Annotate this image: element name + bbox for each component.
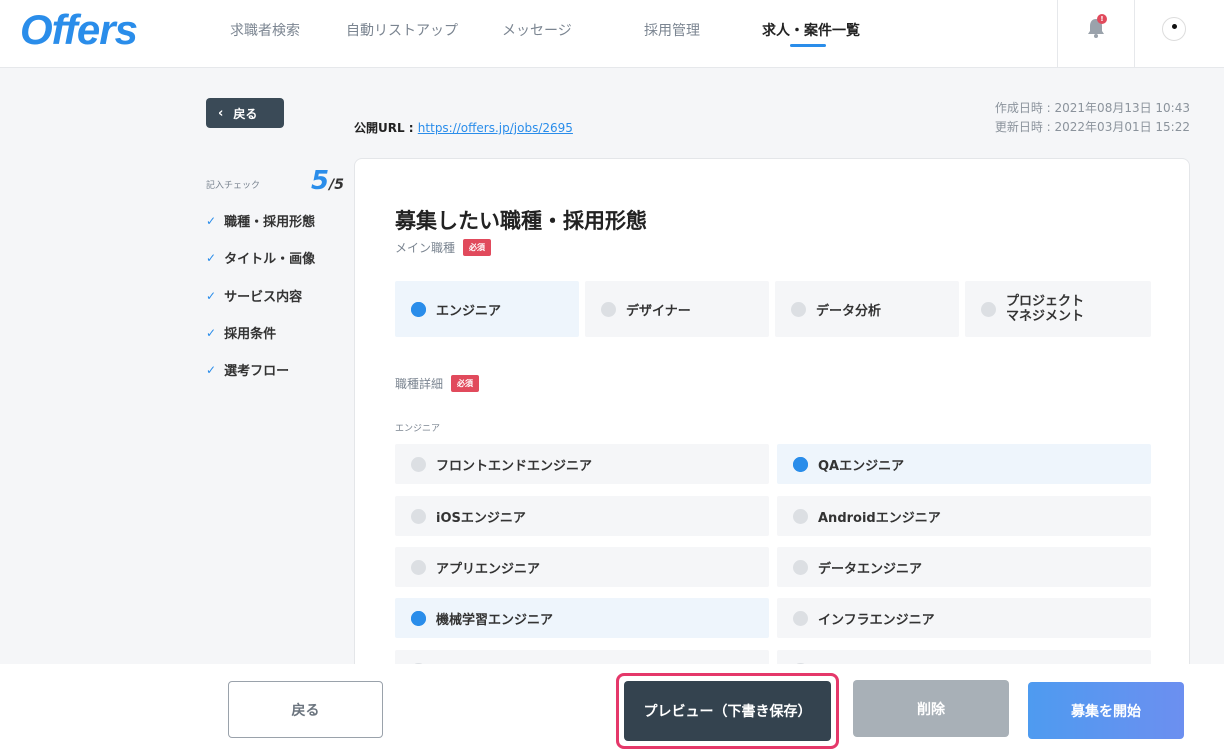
check-icon: ✓ [206, 250, 217, 265]
radio-selected-icon [793, 456, 808, 472]
radio-selected-icon [411, 301, 426, 317]
top-back-label: 戻る [233, 106, 258, 121]
option-label: デザイナー [626, 303, 691, 319]
back-button[interactable]: 戻る [228, 681, 383, 738]
sidebar-item-selection-flow[interactable]: ✓ 選考フロー [206, 360, 290, 380]
radio-icon [411, 456, 426, 472]
sidebar-item-service[interactable]: ✓ サービス内容 [206, 286, 303, 306]
start-recruiting-button[interactable]: 募集を開始 [1028, 682, 1184, 739]
footer-action-bar: 戻る プレビュー（下書き保存） 削除 募集を開始 [0, 664, 1224, 756]
main-option-engineer[interactable]: エンジニア [395, 281, 579, 337]
detail-option-qa[interactable]: QAエンジニア [777, 444, 1151, 484]
main-job-label-text: メイン職種 [395, 241, 456, 255]
check-total: /5 [329, 177, 344, 193]
option-label: データエンジニア [818, 561, 923, 577]
detail-option-ios[interactable]: iOSエンジニア [395, 496, 769, 536]
nav-recruitment[interactable]: 採用管理 [644, 20, 700, 40]
radio-icon [793, 559, 808, 575]
check-icon: ✓ [206, 362, 217, 377]
offers-logo[interactable]: Offers [20, 6, 138, 54]
public-url-link[interactable]: https://offers.jp/jobs/2695 [418, 121, 573, 135]
option-label: Androidエンジニア [818, 510, 941, 526]
option-label-line2: マネジメント [1006, 309, 1085, 324]
sidebar-item-title-image[interactable]: ✓ タイトル・画像 [206, 248, 316, 268]
required-badge: 必須 [463, 239, 492, 256]
radio-icon [793, 508, 808, 524]
chevron-left-icon: ‹ [218, 105, 224, 121]
check-icon: ✓ [206, 325, 217, 340]
sidebar-item-label: サービス内容 [224, 290, 303, 305]
main-job-label: メイン職種 必須 [395, 239, 492, 256]
detail-option-infra[interactable]: インフラエンジニア [777, 598, 1151, 638]
public-url-label: 公開URL : [354, 121, 418, 135]
radio-icon [981, 301, 996, 317]
detail-option-frontend[interactable]: フロントエンドエンジニア [395, 444, 769, 484]
check-icon: ✓ [206, 213, 217, 228]
detail-option-ml[interactable]: 機械学習エンジニア [395, 598, 769, 638]
radio-icon [793, 610, 808, 626]
nav-messages[interactable]: メッセージ [502, 20, 572, 40]
detail-option-data-engineer[interactable]: データエンジニア [777, 547, 1151, 587]
sidebar-item-label: 職種・採用形態 [224, 215, 316, 230]
detail-option-android[interactable]: Androidエンジニア [777, 496, 1151, 536]
header-divider [1057, 0, 1058, 68]
required-badge: 必須 [451, 375, 480, 392]
radio-icon [411, 559, 426, 575]
option-label: 機械学習エンジニア [436, 612, 554, 628]
main-option-designer[interactable]: デザイナー [585, 281, 769, 337]
option-label: アプリエンジニア [436, 561, 541, 577]
preview-draft-save-button[interactable]: プレビュー（下書き保存） [624, 681, 831, 741]
delete-button[interactable]: 削除 [853, 680, 1009, 737]
top-back-button[interactable]: ‹ 戻る [206, 98, 284, 128]
job-detail-label: 職種詳細 必須 [395, 375, 480, 392]
updated-at: 更新日時 : 2022年03月01日 15:22 [994, 120, 1190, 134]
option-label: データ分析 [816, 303, 882, 319]
radio-icon [411, 508, 426, 524]
sidebar-item-label: タイトル・画像 [224, 252, 316, 267]
detail-option-app[interactable]: アプリエンジニア [395, 547, 769, 587]
timestamps: 作成日時 : 2021年08月13日 10:43 更新日時 : 2022年03月… [995, 99, 1190, 137]
main-option-project-management[interactable]: プロジェクト マネジメント [965, 281, 1151, 337]
header-divider [1134, 0, 1135, 68]
nav-candidate-search[interactable]: 求職者検索 [230, 20, 300, 40]
sidebar-item-conditions[interactable]: ✓ 採用条件 [206, 323, 277, 343]
option-label: プロジェクト マネジメント [1006, 294, 1084, 324]
nav-active-indicator [790, 44, 826, 47]
option-label-line1: プロジェクト [1006, 294, 1085, 309]
avatar[interactable] [1162, 17, 1186, 41]
job-detail-label-text: 職種詳細 [395, 377, 444, 391]
option-label: QAエンジニア [818, 458, 905, 474]
section-title: 募集したい職種・採用形態 [395, 209, 647, 233]
app-header: Offers 求職者検索 自動リストアップ メッセージ 採用管理 求人・案件一覧… [0, 0, 1224, 68]
radio-icon [791, 301, 806, 317]
check-done: 5 [311, 166, 330, 196]
radio-icon [411, 610, 426, 626]
form-card: 募集したい職種・採用形態 メイン職種 必須 エンジニア デザイナー データ分析 … [354, 158, 1190, 678]
option-label: インフラエンジニア [818, 612, 935, 628]
sidebar-item-label: 選考フロー [224, 364, 290, 379]
engineer-group-label: エンジニア [395, 424, 441, 434]
sidebar-item-job-type[interactable]: ✓ 職種・採用形態 [206, 211, 316, 231]
option-label: iOSエンジニア [436, 510, 526, 526]
nav-auto-listup[interactable]: 自動リストアップ [346, 20, 458, 40]
entry-check-count: 5/5 [311, 166, 344, 196]
option-label: フロントエンドエンジニア [436, 458, 593, 474]
public-url: 公開URL : https://offers.jp/jobs/2695 [354, 119, 573, 136]
check-icon: ✓ [206, 288, 217, 303]
radio-icon [601, 301, 616, 317]
sidebar-item-label: 採用条件 [224, 327, 277, 342]
notification-badge: ! [1097, 14, 1107, 24]
entry-check-label: 記入チェック [206, 181, 261, 191]
created-at: 作成日時 : 2021年08月13日 10:43 [994, 101, 1190, 115]
main-option-data-analysis[interactable]: データ分析 [775, 281, 959, 337]
nav-jobs-list[interactable]: 求人・案件一覧 [762, 20, 860, 40]
option-label: エンジニア [436, 303, 502, 319]
